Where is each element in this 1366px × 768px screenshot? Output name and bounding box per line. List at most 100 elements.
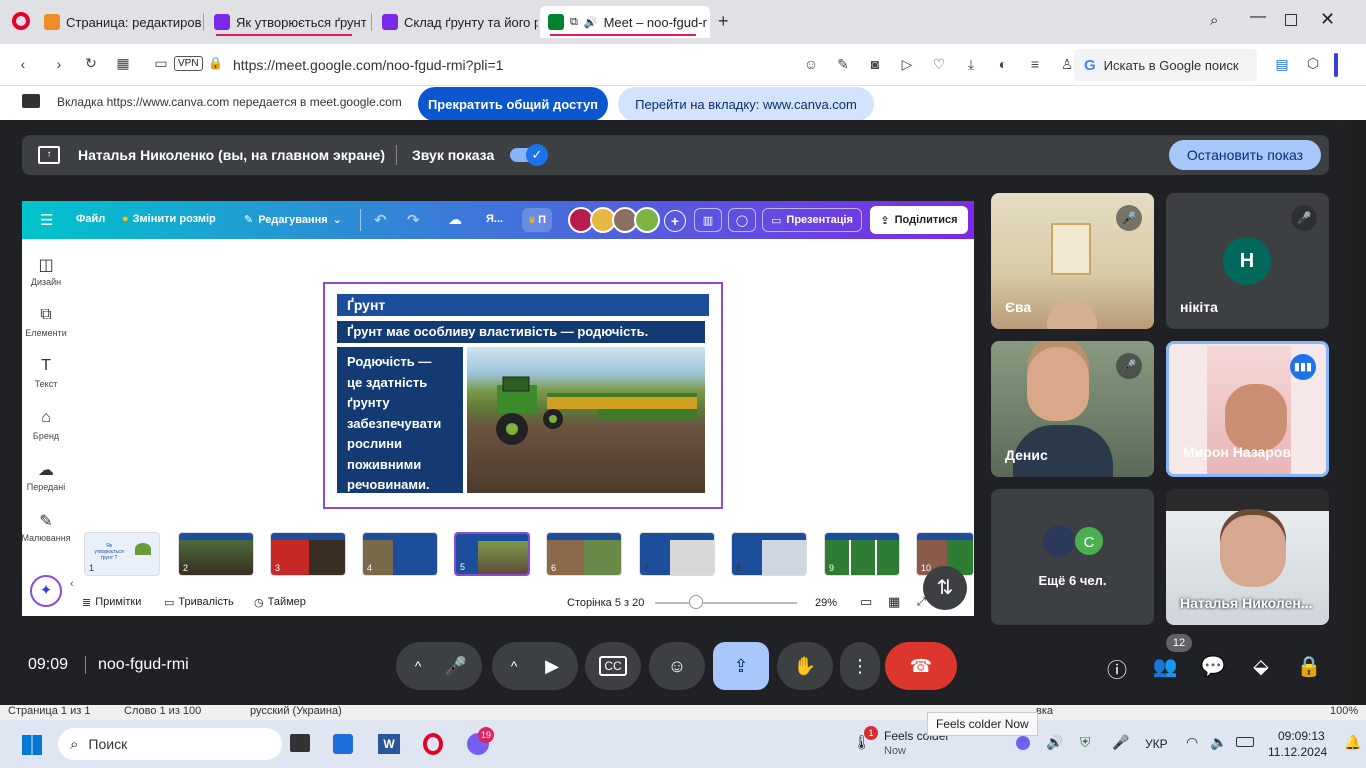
vpn-badge[interactable]: VPN [174, 56, 203, 71]
share-button[interactable]: ⇪ Поділитися [870, 206, 968, 234]
slide-thumbnail[interactable]: 2 [178, 532, 254, 576]
present-button[interactable]: ▭ Презентація [762, 208, 862, 232]
microphone-button[interactable]: 🎤 [430, 642, 482, 690]
notifications-icon[interactable]: 🔔 [1344, 734, 1361, 751]
windows-start-icon[interactable] [22, 735, 42, 755]
leave-call-button[interactable]: ☎ [885, 642, 957, 690]
opera-logo-icon[interactable] [12, 12, 30, 30]
participant-tile-speaking[interactable]: ▮▮▮ Мирон Назаров [1166, 341, 1329, 477]
tabs-grid-icon[interactable]: ▦ [112, 55, 134, 72]
extensions-icon[interactable]: ⬡ [1302, 55, 1324, 72]
edit-icon[interactable]: ✎ [832, 56, 854, 73]
tab-yak-utvoryuetsya[interactable]: Як утворюється ґрунт? – [206, 6, 366, 38]
meeting-info-icon[interactable]: ⓘ [1103, 654, 1131, 683]
people-icon[interactable]: 👥 [1151, 654, 1179, 679]
clock-time[interactable]: 09:09:13 [1278, 729, 1325, 743]
tab-meet[interactable]: ⧉ 🔊 Meet – noo-fgud-r [540, 6, 710, 38]
volume-app-icon[interactable]: 🔊 [1046, 734, 1063, 751]
slide-canvas[interactable]: Ґрунт Ґрунт має особливу властивість — р… [323, 282, 723, 509]
battery-saver-icon[interactable]: ◐ [992, 56, 1014, 73]
sidebar-item-text[interactable]: T Текст [16, 357, 76, 389]
comment-icon[interactable]: ◯ [728, 208, 756, 232]
slide-thumbnail[interactable]: 9 [824, 532, 900, 576]
participant-tile[interactable]: 🎤 Н нікіта [1166, 193, 1329, 329]
sidebar-item-draw[interactable]: ✎ Малювання [16, 511, 76, 543]
download-icon[interactable]: ⤓ [960, 56, 982, 73]
stop-sharing-button[interactable]: Прекратить общий доступ [418, 87, 608, 121]
search-tabs-icon[interactable]: ⌕ [1210, 12, 1218, 29]
camera-icon[interactable]: ▭ [150, 55, 172, 72]
forward-icon[interactable]: › [48, 56, 70, 72]
participant-tile[interactable]: 🎤 Денис [991, 341, 1154, 477]
easy-setup-icon[interactable]: ≡ [1024, 56, 1046, 73]
zoom-level[interactable]: 29% [815, 597, 837, 609]
more-participants-tile[interactable]: С Ещё 6 чел. [991, 489, 1154, 625]
slide-thumbnail[interactable]: 6 [546, 532, 622, 576]
cloud-save-icon[interactable]: ☁ [448, 211, 462, 228]
switch-to-tab-button[interactable]: Перейти на вкладку: www.canva.com [618, 87, 874, 121]
page-indicator[interactable]: Сторінка 5 з 20 [567, 597, 644, 609]
resize-menu[interactable]: ● Змінити розмір [122, 213, 216, 225]
sidebar-item-uploads[interactable]: ☁ Передані [16, 460, 76, 492]
task-view-icon[interactable] [290, 734, 310, 752]
keyboard-language[interactable]: УКР [1145, 737, 1168, 751]
slide-thumbnail-current[interactable]: 5 [454, 532, 530, 576]
sidebar-item-elements[interactable]: ⧉ Елементи [16, 306, 76, 338]
more-options-button[interactable]: ⋮ [840, 642, 880, 690]
chat-icon[interactable]: 💬 [1199, 654, 1227, 679]
timer-button[interactable]: ◷ Таймер [254, 596, 306, 609]
tab-strainica[interactable]: Страница: редактирован [36, 6, 202, 38]
defender-icon[interactable]: ⛨ [1080, 734, 1091, 751]
add-collaborator-icon[interactable]: + [664, 210, 686, 232]
magic-assistant-icon[interactable]: ✦ [30, 575, 62, 607]
slide-thumbnail[interactable]: Як утворюється ґрунт ? 1 [84, 532, 160, 576]
close-window-icon[interactable]: ✕ [1320, 9, 1335, 30]
heart-icon[interactable]: ♡ [928, 56, 950, 73]
grid-view-icon[interactable]: ▦ [888, 594, 900, 610]
menu-accent[interactable] [1334, 53, 1338, 77]
file-menu[interactable]: Файл [76, 213, 105, 225]
captions-button[interactable]: CC [585, 642, 641, 690]
sidebar-icon[interactable]: ▤ [1271, 56, 1293, 73]
viber-tray-icon[interactable] [1016, 736, 1030, 750]
camera-button[interactable]: ▶ [526, 642, 578, 690]
redo-icon[interactable]: ↷ [407, 211, 420, 229]
zoom-slider-thumb[interactable] [689, 595, 703, 609]
stop-presenting-button[interactable]: Остановить показ [1169, 140, 1321, 170]
menu-icon[interactable]: ☰ [40, 211, 53, 229]
opera-taskbar-icon[interactable] [423, 733, 443, 755]
reactions-button[interactable]: ☺ [649, 642, 705, 690]
minimize-icon[interactable]: — [1250, 8, 1266, 26]
volume-icon[interactable]: 🔈 [1210, 734, 1227, 751]
notes-button[interactable]: ≣ Примітки [82, 596, 141, 609]
google-search-box[interactable]: G Искать в Google поиск [1074, 49, 1257, 81]
send-icon[interactable]: ▷ [896, 56, 918, 73]
new-tab-icon[interactable]: + [718, 11, 729, 32]
raise-hand-button[interactable]: ✋ [777, 642, 833, 690]
participant-tile-self[interactable]: Наталья Николен... [1166, 489, 1329, 625]
slide-thumbnail[interactable]: 8 [731, 532, 807, 576]
avatar[interactable] [634, 207, 660, 233]
store-icon[interactable] [333, 734, 353, 754]
host-controls-icon[interactable]: 🔒 [1295, 654, 1323, 679]
snapshot-icon[interactable]: ◙ [864, 56, 886, 73]
tab-sklad-gruntu[interactable]: Склад ґрунту та його род [374, 6, 538, 38]
participant-tile[interactable]: 🎤 Єва [991, 193, 1154, 329]
mic-tray-icon[interactable]: 🎤 [1112, 734, 1129, 751]
emoji-icon[interactable]: ☺ [800, 56, 822, 73]
taskbar-search[interactable]: ⌕ Поиск [58, 728, 282, 760]
duration-button[interactable]: ▭ Тривалість [164, 596, 234, 609]
wifi-icon[interactable]: ◠ [1186, 734, 1198, 751]
maximize-icon[interactable] [1285, 14, 1297, 26]
slide-thumbnail[interactable]: 3 [270, 532, 346, 576]
insights-icon[interactable]: ▥ [694, 208, 722, 232]
sidebar-item-brand[interactable]: ⌂ Бренд [16, 409, 76, 441]
battery-icon[interactable] [1236, 737, 1254, 747]
design-name[interactable]: Я... [486, 213, 503, 225]
slide-thumbnail[interactable]: 4 [362, 532, 438, 576]
activities-icon[interactable]: ⬙ [1247, 654, 1275, 679]
reload-icon[interactable]: ↻ [80, 55, 102, 72]
page-view-icon[interactable]: ▭ [860, 594, 872, 610]
zoom-slider[interactable] [655, 602, 797, 604]
thumbs-left-chevron-icon[interactable]: ‹ [70, 578, 74, 590]
